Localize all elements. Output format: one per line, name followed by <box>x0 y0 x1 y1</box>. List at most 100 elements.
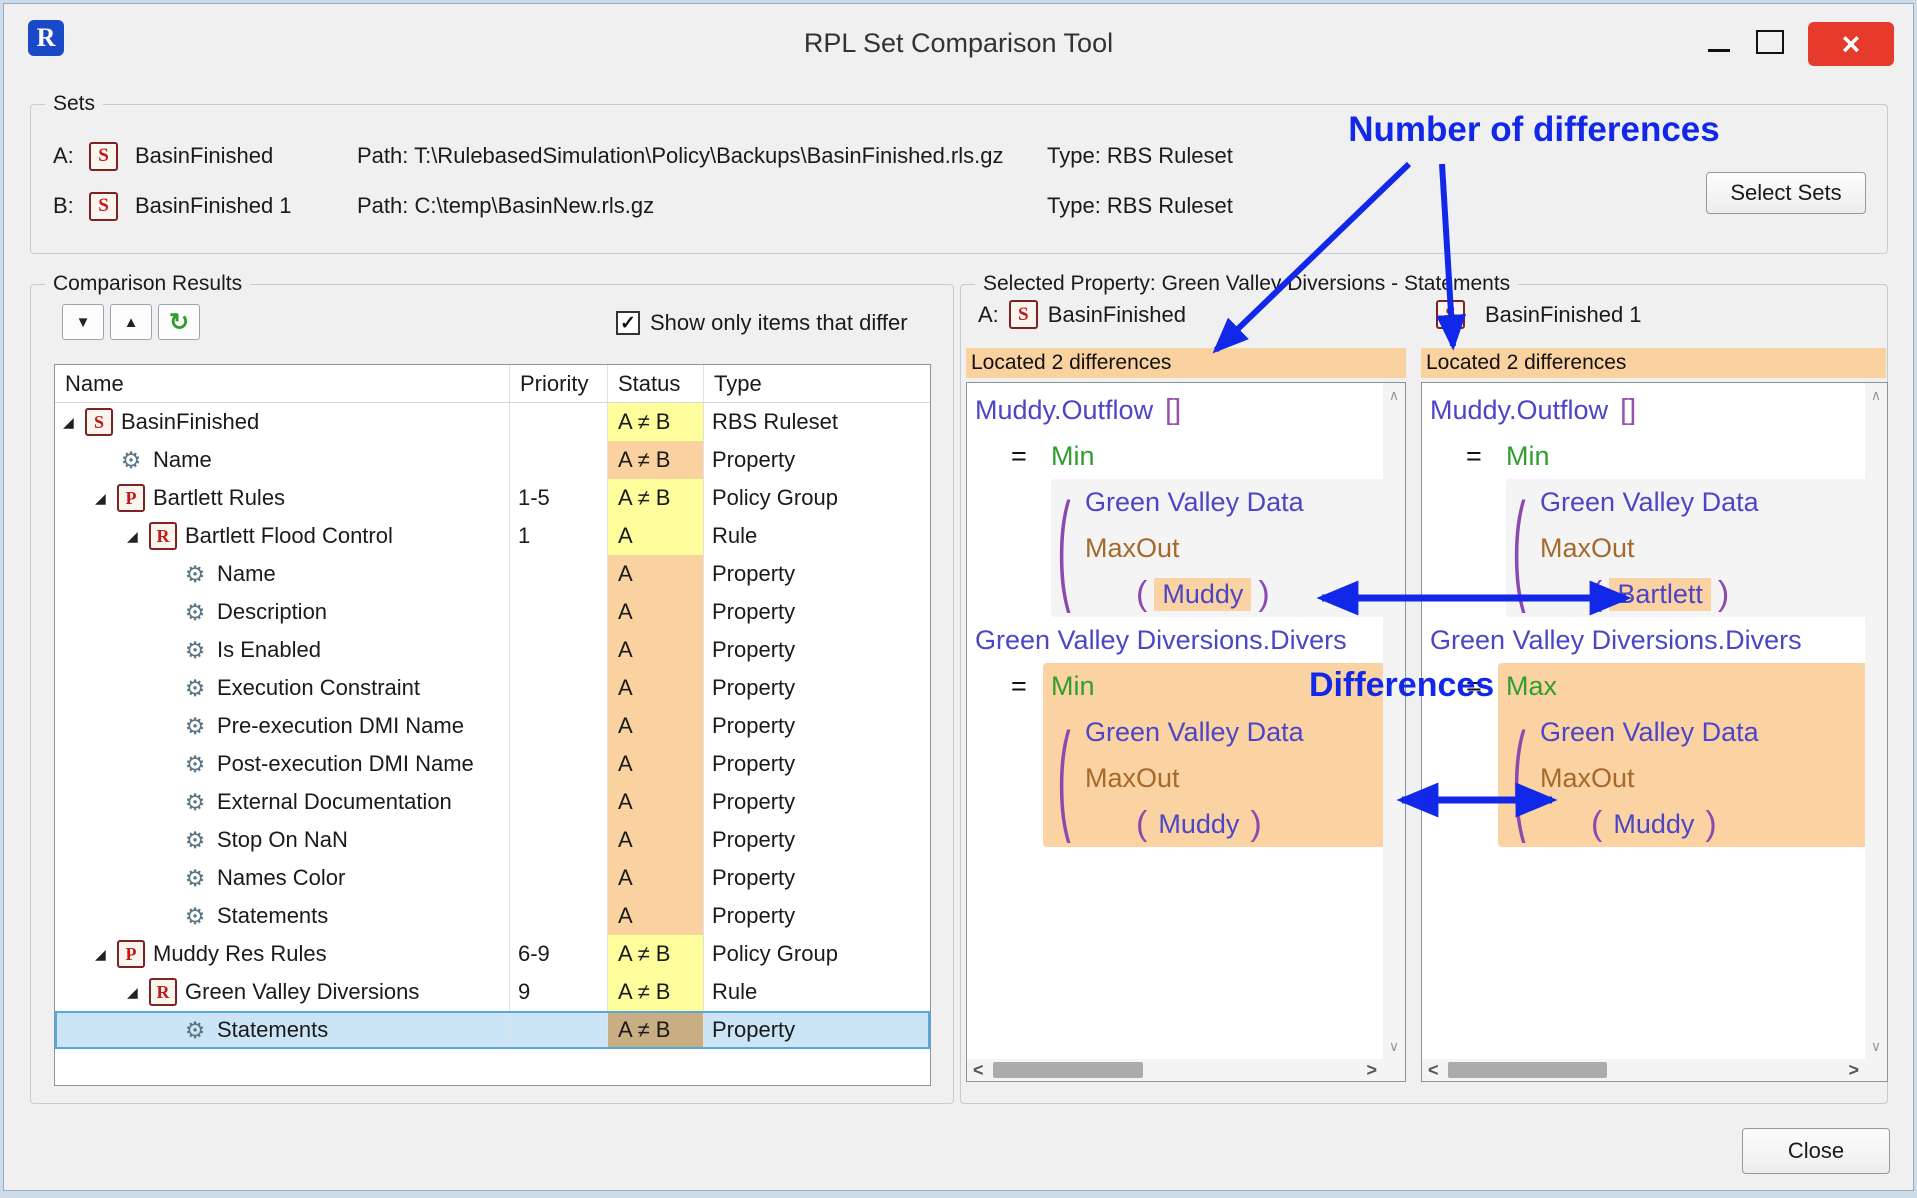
table-row[interactable]: ◢ ⚙ Statements A ≠ B Property <box>55 1011 930 1049</box>
type-cell: RBS Ruleset <box>704 403 930 441</box>
horizontal-scrollbar[interactable]: < > <box>967 1059 1383 1081</box>
maximize-button[interactable] <box>1756 30 1784 54</box>
table-row[interactable]: ◢ P Bartlett Rules 1-5 A ≠ B Policy Grou… <box>55 479 930 517</box>
table-row[interactable]: ◢ R Bartlett Flood Control 1 A Rule <box>55 517 930 555</box>
code-content: Muddy.Outflow [] = Min ( Green Valley Da… <box>1422 383 1888 847</box>
rpl-expression: Muddy.Outflow [] = Min ( Green Valley Da… <box>1430 387 1888 617</box>
scrollbar-thumb[interactable] <box>993 1062 1143 1078</box>
scroll-right-icon[interactable]: > <box>1848 1059 1859 1081</box>
priority-cell: 9 <box>510 973 608 1011</box>
scrollbar-corner <box>1865 1059 1887 1081</box>
select-sets-button[interactable]: Select Sets <box>1706 172 1866 214</box>
gear-icon: ⚙ <box>181 637 209 664</box>
close-window-button[interactable]: × <box>1808 22 1894 66</box>
refresh-icon: ↻ <box>169 308 189 337</box>
scroll-down-icon[interactable]: ∨ <box>1865 1038 1887 1055</box>
table-row[interactable]: ◢ ⚙ Pre-execution DMI Name A Property <box>55 707 930 745</box>
panel-a-label: A: <box>978 302 999 328</box>
priority-cell: 6-9 <box>510 935 608 973</box>
open-paren: ( <box>1136 575 1147 614</box>
inner-token: Bartlett <box>1609 578 1711 611</box>
table-row[interactable]: ◢ R Green Valley Diversions 9 A ≠ B Rule <box>55 973 930 1011</box>
table-row[interactable]: ◢ ⚙ Is Enabled A Property <box>55 631 930 669</box>
priority-cell: 1-5 <box>510 479 608 517</box>
column-header-priority[interactable]: Priority <box>510 365 608 402</box>
table-row[interactable]: ◢ ⚙ Names Color A Property <box>55 859 930 897</box>
expand-triangle-icon[interactable]: ◢ <box>95 946 117 963</box>
filter-checkbox[interactable]: ✓ <box>616 311 640 335</box>
next-difference-button[interactable]: ▼ <box>62 304 104 340</box>
type-cell: Property <box>704 441 930 479</box>
function-name: Max <box>1506 663 1888 709</box>
horizontal-scrollbar[interactable]: < > <box>1422 1059 1865 1081</box>
vertical-scrollbar[interactable]: ∧ ∨ <box>1383 383 1405 1059</box>
row-label: Name <box>153 447 212 473</box>
table-row[interactable]: ◢ ⚙ Name A Property <box>55 555 930 593</box>
table-row[interactable]: ◢ ⚙ Stop On NaN A Property <box>55 821 930 859</box>
vertical-scrollbar[interactable]: ∧ ∨ <box>1865 383 1887 1059</box>
scroll-up-icon[interactable]: ∧ <box>1383 387 1405 404</box>
close-paren: ) <box>1718 575 1729 614</box>
previous-difference-button[interactable]: ▲ <box>110 304 152 340</box>
equals-sign: = <box>1011 433 1037 479</box>
set-b-path: Path: C:\temp\BasinNew.rls.gz <box>357 193 1047 219</box>
close-button[interactable]: Close <box>1742 1128 1890 1174</box>
table-row[interactable]: ◢ S BasinFinished A ≠ B RBS Ruleset <box>55 403 930 441</box>
status-badge: A ≠ B <box>608 1011 704 1049</box>
column-header-status[interactable]: Status <box>608 365 704 402</box>
sets-legend: Sets <box>45 92 103 116</box>
table-row[interactable]: ◢ ⚙ Statements A Property <box>55 897 930 935</box>
gear-icon: ⚙ <box>117 447 145 474</box>
refresh-button[interactable]: ↻ <box>158 304 200 340</box>
expand-triangle-icon[interactable]: ◢ <box>127 984 149 1001</box>
slot-name: Green Valley Diversions.Divers <box>975 625 1347 656</box>
status-badge: A ≠ B <box>608 403 704 441</box>
type-cell: Property <box>704 631 930 669</box>
comparison-table: Name Priority Status Type ◢ S BasinFinis… <box>54 364 931 1086</box>
table-row[interactable]: ◢ ⚙ Execution Constraint A Property <box>55 669 930 707</box>
big-paren-icon: ( <box>1506 568 1532 989</box>
argument-function: MaxOut <box>1540 763 1635 794</box>
row-label: External Documentation <box>217 789 452 815</box>
set-b-label: B: <box>53 193 89 219</box>
expand-triangle-icon[interactable]: ◢ <box>95 490 117 507</box>
gear-icon: ⚙ <box>181 827 209 854</box>
scroll-left-icon[interactable]: < <box>1428 1059 1439 1081</box>
argument-function: MaxOut <box>1085 763 1180 794</box>
status-badge: A <box>608 555 704 593</box>
inner-token: Muddy <box>1609 808 1698 841</box>
minimize-button[interactable] <box>1696 24 1742 62</box>
open-paren: ( <box>1591 805 1602 844</box>
table-row[interactable]: ◢ ⚙ Description A Property <box>55 593 930 631</box>
index-brackets: [] <box>1620 394 1636 427</box>
close-paren: ) <box>1705 805 1716 844</box>
expand-triangle-icon[interactable]: ◢ <box>63 414 85 431</box>
scroll-left-icon[interactable]: < <box>973 1059 984 1081</box>
row-label: Name <box>217 561 276 587</box>
row-label: Green Valley Diversions <box>185 979 419 1005</box>
scroll-up-icon[interactable]: ∧ <box>1865 387 1887 404</box>
scroll-right-icon[interactable]: > <box>1366 1059 1377 1081</box>
table-row[interactable]: ◢ ⚙ Post-execution DMI Name A Property <box>55 745 930 783</box>
scrollbar-thumb[interactable] <box>1448 1062 1607 1078</box>
column-header-type[interactable]: Type <box>704 365 930 402</box>
rpl-expression: Green Valley Diversions.Divers = Min ( G… <box>975 617 1406 847</box>
table-row[interactable]: ◢ ⚙ External Documentation A Property <box>55 783 930 821</box>
table-row[interactable]: ◢ P Muddy Res Rules 6-9 A ≠ B Policy Gro… <box>55 935 930 973</box>
priority-cell: 1 <box>510 517 608 555</box>
table-header: Name Priority Status Type <box>55 365 930 403</box>
set-b-type: Type: RBS Ruleset <box>1047 193 1687 219</box>
rpl-expression: Green Valley Diversions.Divers = Max ( G… <box>1430 617 1888 847</box>
type-cell: Property <box>704 897 930 935</box>
gear-icon: ⚙ <box>181 751 209 778</box>
type-cell: Property <box>704 707 930 745</box>
column-header-name[interactable]: Name <box>55 365 510 402</box>
scroll-down-icon[interactable]: ∨ <box>1383 1038 1405 1055</box>
expand-triangle-icon[interactable]: ◢ <box>127 528 149 545</box>
row-label: Names Color <box>217 865 345 891</box>
table-row[interactable]: ◢ ⚙ Name A ≠ B Property <box>55 441 930 479</box>
row-label: Stop On NaN <box>217 827 348 853</box>
code-content: Muddy.Outflow [] = Min ( Green Valley Da… <box>967 383 1406 847</box>
p-badge-icon: P <box>117 940 145 968</box>
gear-icon: ⚙ <box>181 561 209 588</box>
